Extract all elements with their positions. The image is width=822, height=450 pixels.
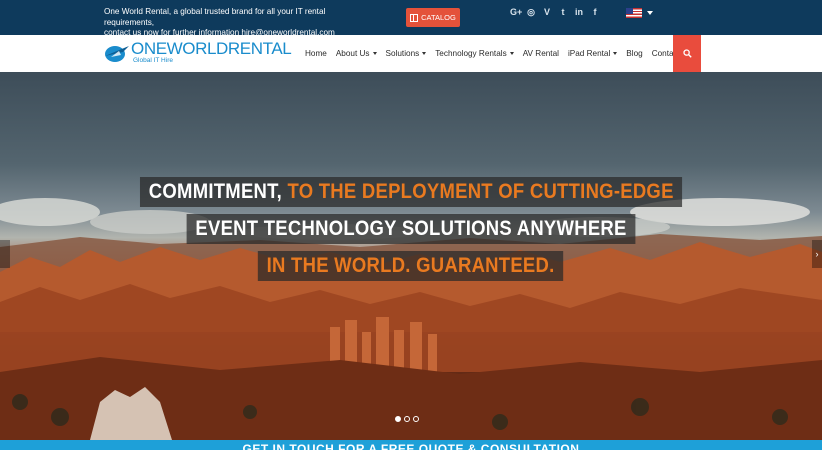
slider-prev-arrow[interactable]: [0, 240, 10, 268]
nav-label: iPad Rental: [567, 49, 611, 58]
plane-globe-icon: [105, 46, 129, 62]
nav-item-blog[interactable]: Blog: [626, 49, 642, 58]
caret-down-icon: [509, 52, 514, 55]
vimeo-icon[interactable]: V: [542, 7, 552, 18]
main-nav: Home About Us Solutions Technology Renta…: [305, 35, 692, 72]
social-links: G+ ◎ V t in f: [510, 7, 600, 18]
nav-item-technology-rentals[interactable]: Technology Rentals: [435, 49, 514, 58]
headline-line-1-white: COMMITMENT,: [148, 180, 282, 203]
facebook-icon[interactable]: f: [590, 7, 600, 18]
tagline-line-1: One World Rental, a global trusted brand…: [104, 7, 326, 27]
language-dropdown-caret-icon[interactable]: [647, 11, 653, 15]
nav-label: Home: [305, 49, 327, 58]
google-plus-icon[interactable]: G+: [510, 7, 522, 18]
headline-line-1-orange: TO THE DEPLOYMENT OF CUTTING-EDGE: [287, 180, 674, 203]
caret-down-icon: [613, 52, 618, 55]
twitter-icon[interactable]: t: [558, 7, 568, 18]
headline-line-2: EVENT TECHNOLOGY SOLUTIONS ANYWHERE: [186, 214, 636, 244]
site-logo[interactable]: ONEWORLDRENTAL Global IT Hire: [103, 37, 292, 69]
slider-next-arrow[interactable]: ›: [812, 240, 822, 268]
slider-dot[interactable]: [395, 416, 401, 422]
logo-tagline: Global IT Hire: [133, 57, 173, 64]
instagram-icon[interactable]: ◎: [526, 7, 536, 18]
nav-label: Technology Rentals: [435, 49, 507, 58]
nav-item-home[interactable]: Home: [305, 49, 327, 58]
gift-icon: [410, 13, 419, 22]
caret-down-icon: [372, 52, 377, 55]
nav-item-solutions[interactable]: Solutions: [386, 49, 427, 58]
logo-wordmark: ONEWORLDRENTAL: [131, 39, 292, 58]
search-button[interactable]: [673, 35, 701, 72]
hero-slider: COMMITMENT, TO THE DEPLOYMENT OF CUTTING…: [0, 72, 822, 440]
nav-label: AV Rental: [522, 49, 559, 58]
us-flag-icon[interactable]: [626, 8, 642, 18]
slider-dot[interactable]: [413, 416, 419, 422]
headline-line-1: COMMITMENT, TO THE DEPLOYMENT OF CUTTING…: [139, 177, 683, 207]
nav-label: About Us: [335, 49, 370, 58]
tagline: One World Rental, a global trusted brand…: [104, 7, 354, 39]
nav-label: Blog: [626, 49, 643, 58]
slider-dot[interactable]: [404, 416, 410, 422]
cta-banner[interactable]: GET IN TOUCH FOR A FREE QUOTE & CONSULTA…: [0, 440, 822, 450]
nav-label: Solutions: [385, 49, 420, 58]
catalog-button[interactable]: CATALOG: [406, 8, 460, 27]
catalog-label: CATALOG: [421, 13, 456, 22]
nav-item-av-rental[interactable]: AV Rental: [523, 49, 559, 58]
nav-item-about-us[interactable]: About Us: [336, 49, 377, 58]
nav-item-ipad-rental[interactable]: iPad Rental: [567, 49, 618, 58]
hero-headline: COMMITMENT, TO THE DEPLOYMENT OF CUTTING…: [0, 177, 822, 281]
search-icon: [682, 49, 692, 58]
caret-down-icon: [422, 52, 427, 55]
cta-text: GET IN TOUCH FOR A FREE QUOTE & CONSULTA…: [242, 442, 580, 450]
headline-line-3: IN THE WORLD. GUARANTEED.: [258, 251, 564, 281]
main-header: ONEWORLDRENTAL Global IT Hire Home About…: [0, 35, 822, 72]
slider-dots: [395, 416, 419, 422]
linkedin-icon[interactable]: in: [574, 7, 584, 18]
top-bar: One World Rental, a global trusted brand…: [0, 0, 822, 37]
